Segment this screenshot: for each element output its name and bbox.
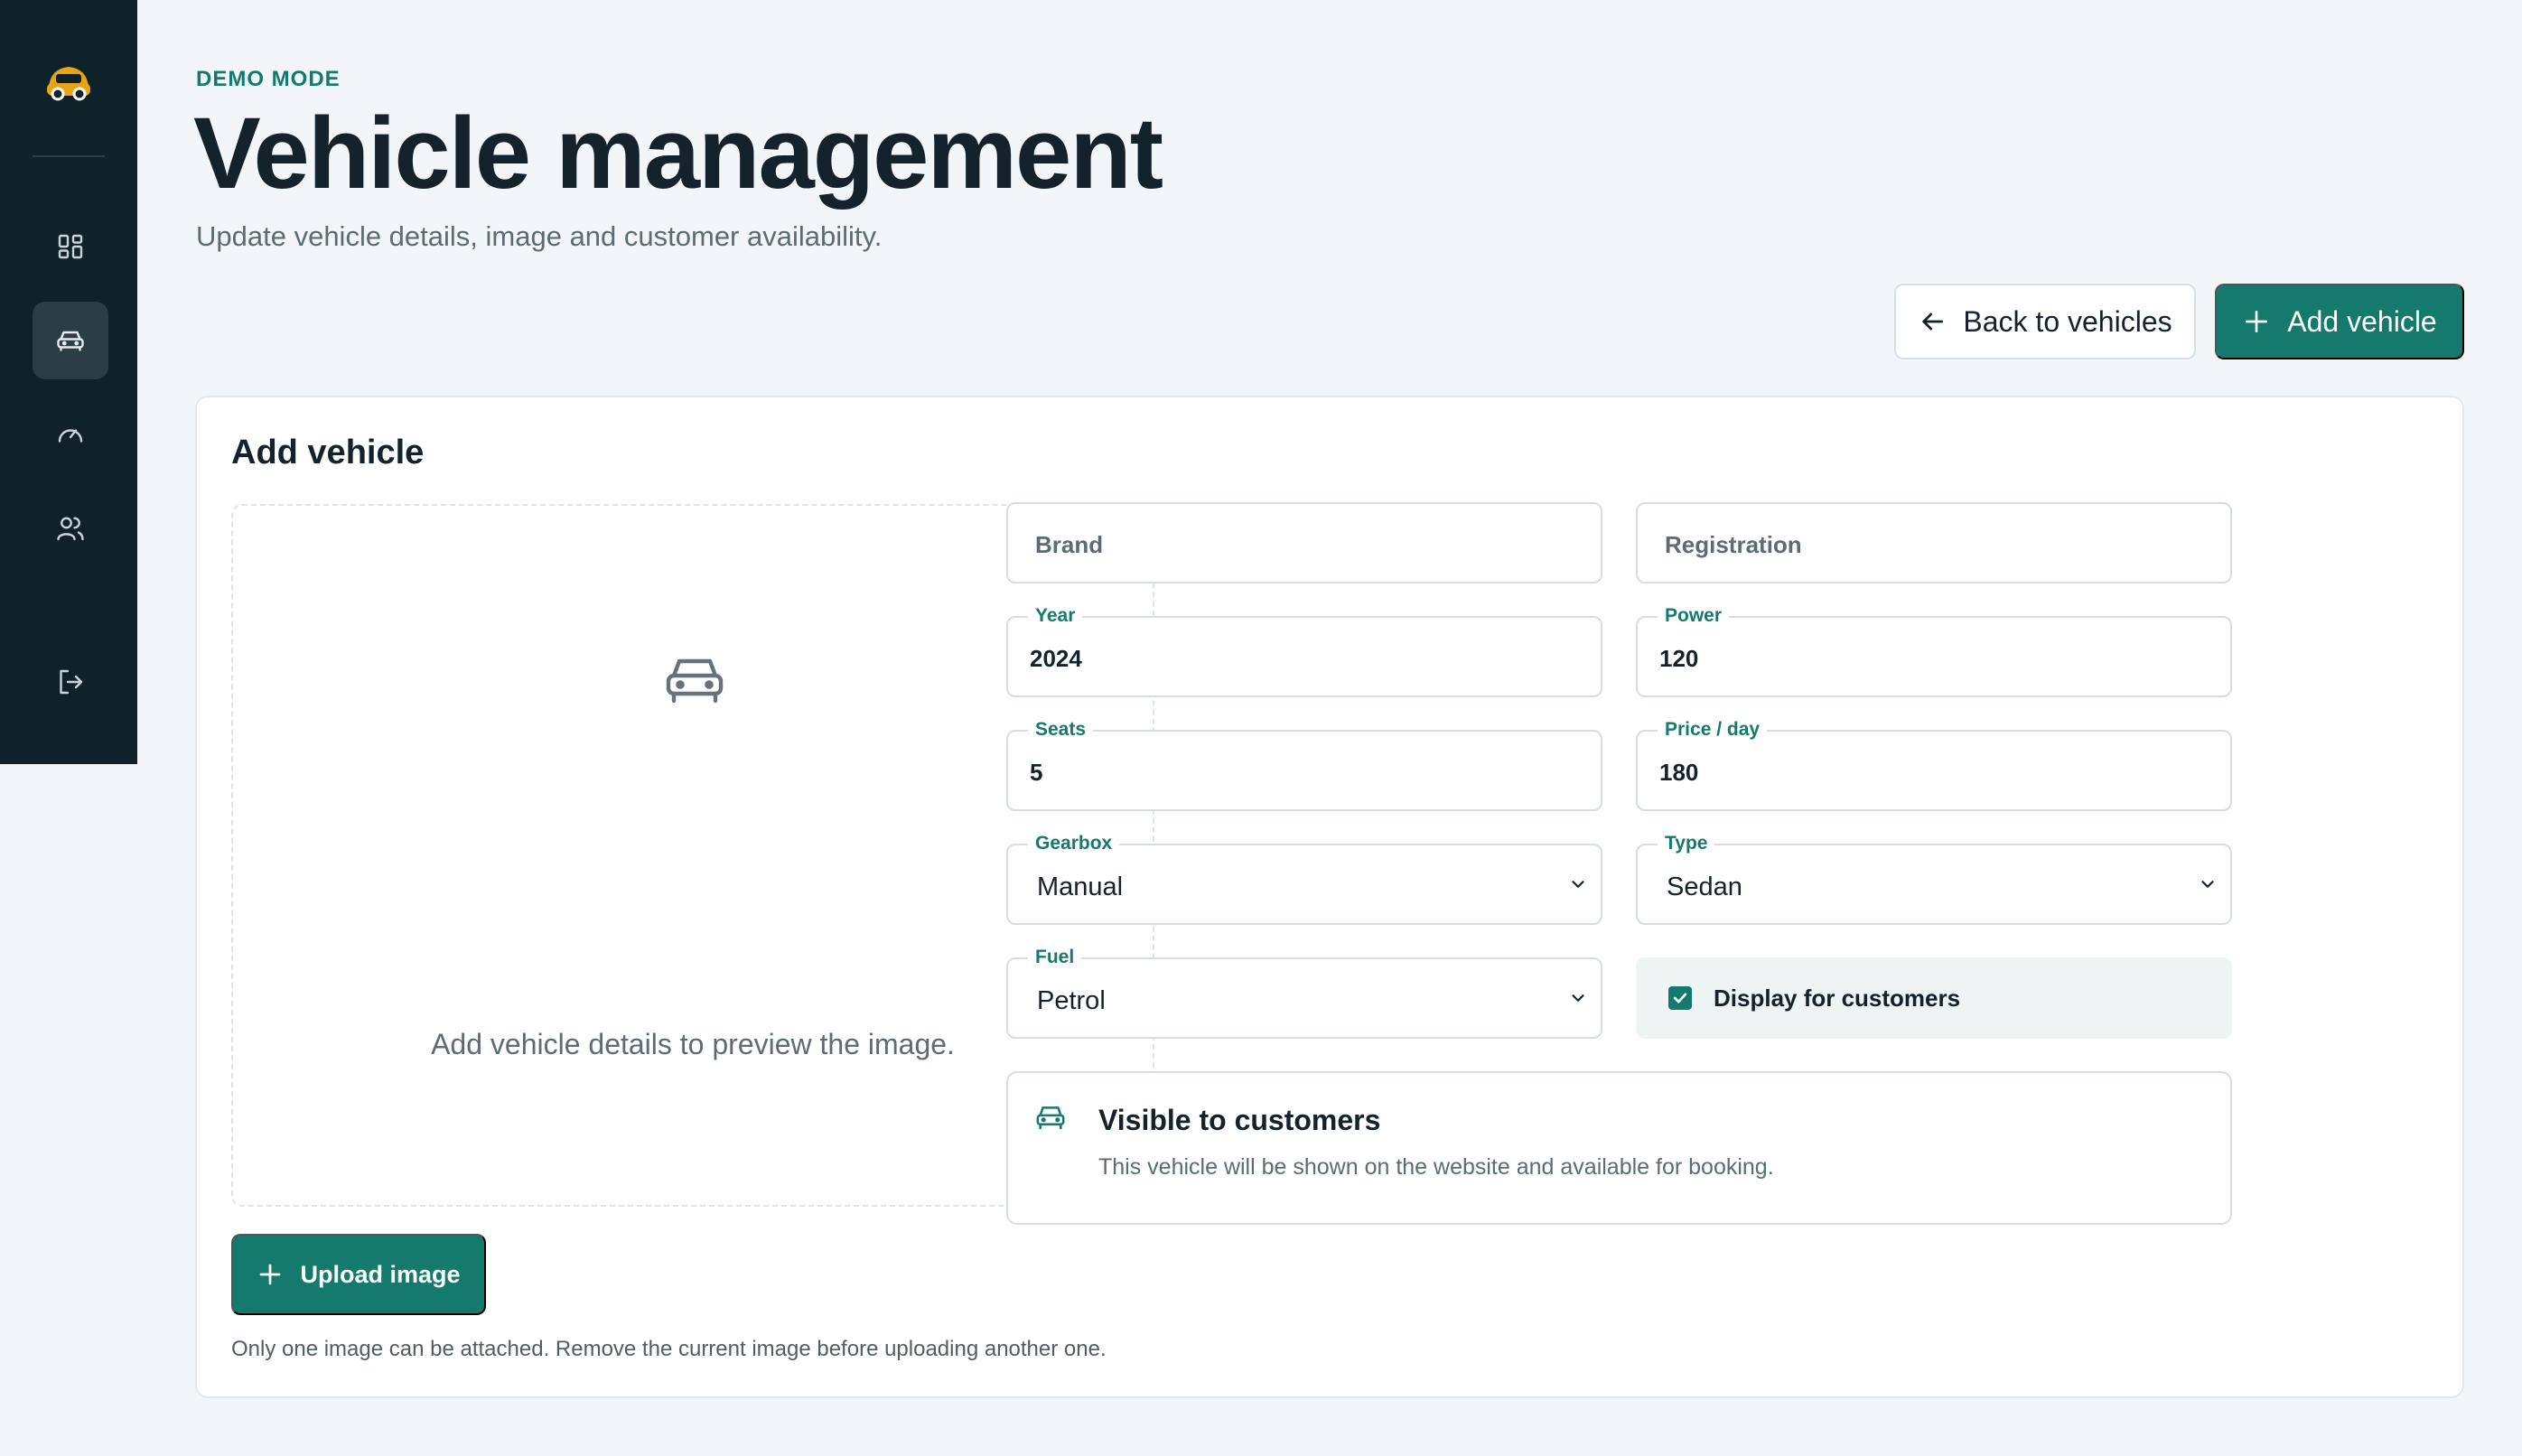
fuel-label: Fuel bbox=[1028, 947, 1082, 968]
gauge-icon bbox=[58, 429, 83, 443]
brand-placeholder: Brand bbox=[1035, 531, 1104, 558]
logout-icon bbox=[60, 669, 83, 695]
price-per-day-label: Price / day bbox=[1658, 719, 1768, 741]
gearbox-label: Gearbox bbox=[1028, 833, 1120, 854]
add-vehicle-label: Add vehicle bbox=[2287, 304, 2437, 338]
add-vehicle-button[interactable]: Add vehicle bbox=[2215, 284, 2464, 359]
registration-placeholder: Registration bbox=[1665, 531, 1802, 558]
power-input[interactable]: Power 120 bbox=[1636, 605, 2232, 697]
card-title: Add vehicle bbox=[231, 434, 425, 471]
type-select[interactable]: Type Sedan bbox=[1636, 833, 2232, 925]
sidebar bbox=[0, 0, 137, 764]
year-input[interactable]: Year 2024 bbox=[1006, 605, 1602, 697]
brand-input[interactable]: Brand bbox=[1006, 502, 1602, 583]
demo-mode-label: DEMO MODE bbox=[196, 67, 341, 91]
fuel-select[interactable]: Fuel Petrol bbox=[1006, 947, 1602, 1039]
gearbox-value: Manual bbox=[1037, 873, 1124, 901]
plus-icon bbox=[2246, 311, 2268, 332]
upload-note: Only one image can be attached. Remove t… bbox=[231, 1337, 1107, 1361]
type-label: Type bbox=[1658, 833, 1715, 854]
registration-input[interactable]: Registration bbox=[1636, 502, 2232, 583]
power-label: Power bbox=[1658, 605, 1730, 627]
plus-icon bbox=[260, 1264, 281, 1285]
car-icon bbox=[666, 658, 724, 704]
sidebar-item-dashboard[interactable] bbox=[33, 208, 108, 285]
price-per-day-input[interactable]: Price / day 180 bbox=[1636, 719, 2232, 811]
sidebar-item-logout[interactable] bbox=[33, 643, 108, 721]
type-value: Sedan bbox=[1667, 873, 1742, 901]
checkbox-checked-icon[interactable] bbox=[1668, 986, 1692, 1010]
fuel-value: Petrol bbox=[1037, 986, 1106, 1015]
sidebar-item-vehicles[interactable] bbox=[33, 302, 108, 379]
price-per-day-value: 180 bbox=[1659, 759, 1699, 786]
sidebar-item-statistics[interactable] bbox=[33, 396, 108, 473]
chevron-down-icon bbox=[1572, 994, 1584, 1002]
back-to-vehicles-label: Back to vehicles bbox=[1963, 304, 2172, 338]
visibility-description: This vehicle will be shown on the websit… bbox=[1098, 1154, 1774, 1180]
power-value: 120 bbox=[1659, 645, 1699, 672]
display-for-customers-toggle[interactable]: Display for customers bbox=[1636, 957, 2232, 1039]
seats-value: 5 bbox=[1030, 759, 1043, 786]
sidebar-divider bbox=[33, 155, 105, 157]
gearbox-select[interactable]: Gearbox Manual bbox=[1006, 833, 1602, 925]
upload-image-label: Upload image bbox=[300, 1260, 461, 1288]
seats-label: Seats bbox=[1028, 719, 1094, 741]
seats-input[interactable]: Seats 5 bbox=[1006, 719, 1602, 811]
visibility-status-box: Visible to customers This vehicle will b… bbox=[1006, 1071, 2232, 1225]
dashboard-icon bbox=[58, 234, 83, 259]
sidebar-item-users[interactable] bbox=[33, 490, 108, 567]
car-icon bbox=[57, 331, 84, 351]
visibility-title: Visible to customers bbox=[1098, 1104, 1381, 1136]
chevron-down-icon bbox=[2201, 881, 2214, 888]
year-value: 2024 bbox=[1030, 645, 1082, 672]
arrow-left-icon bbox=[1922, 313, 1944, 331]
car-icon bbox=[1036, 1106, 1065, 1130]
display-for-customers-label: Display for customers bbox=[1714, 984, 1961, 1012]
chevron-down-icon bbox=[1572, 881, 1584, 888]
logo-icon[interactable] bbox=[42, 60, 96, 105]
back-to-vehicles-button[interactable]: Back to vehicles bbox=[1894, 284, 2196, 359]
page-subtitle: Update vehicle details, image and custom… bbox=[196, 220, 883, 252]
year-label: Year bbox=[1028, 605, 1083, 627]
page-title: Vehicle management bbox=[193, 97, 1163, 210]
users-icon bbox=[57, 517, 84, 541]
upload-image-button[interactable]: Upload image bbox=[231, 1234, 486, 1315]
